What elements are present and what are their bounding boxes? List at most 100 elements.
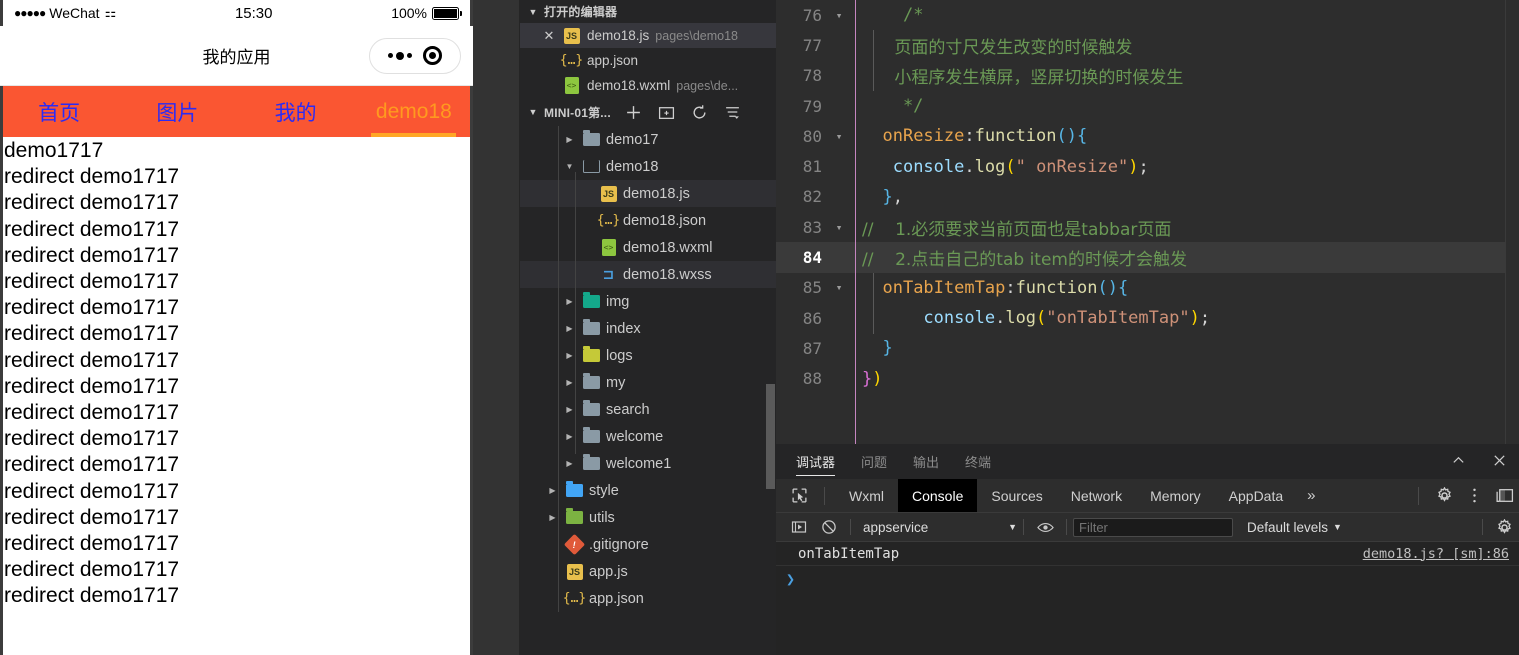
devtools-tab-console[interactable]: Console [898, 479, 978, 512]
panel-tab-终端[interactable]: 终端 [965, 444, 991, 479]
open-editor-item[interactable]: <> demo18.wxml pages\de... [520, 73, 776, 98]
explorer-scrollbar[interactable] [766, 384, 775, 489]
close-icon[interactable] [1492, 453, 1507, 471]
code-text: */ [850, 96, 1519, 116]
devtools-tab-wxml[interactable]: Wxml [835, 479, 898, 512]
chevron-right-icon[interactable]: ▶ [562, 135, 577, 144]
tree-item-label: demo18.wxss [623, 266, 712, 283]
code-line[interactable]: 81 console.log(" onResize"); [776, 151, 1519, 181]
fold-chevron-icon[interactable]: ▾ [828, 9, 850, 22]
inspect-element-icon[interactable] [784, 487, 814, 504]
battery-icon [432, 6, 463, 20]
code-token: () [1097, 277, 1118, 298]
sim-tab-首页[interactable]: 首页 [0, 86, 118, 137]
chevron-right-icon[interactable]: ▶ [562, 459, 577, 468]
code-editor[interactable]: 76 ▾ /* 77 页面的寸尺发生改变的时候触发 78 小程序发生横屏，竖屏切换的时… [776, 0, 1519, 444]
devtools-tab-appdata[interactable]: AppData [1215, 479, 1297, 512]
devtools-tab-sources[interactable]: Sources [977, 479, 1056, 512]
code-line[interactable]: 80 ▾ onResize:function(){ [776, 121, 1519, 151]
indent-guide-2 [873, 273, 874, 334]
workspace-section-header[interactable]: ▼ MINI-01第... [520, 98, 776, 126]
page-title: 我的应用 [202, 48, 271, 67]
sim-tab-图片[interactable]: 图片 [118, 86, 236, 137]
fold-chevron-icon[interactable]: ▾ [828, 130, 850, 143]
code-token: ) [1128, 156, 1139, 177]
gear-icon[interactable] [1489, 518, 1519, 536]
fold-chevron-icon[interactable]: ▾ [828, 281, 850, 294]
console-log-level-selector[interactable]: Default levels ▼ [1247, 520, 1342, 535]
sim-tab-demo18[interactable]: demo18 [355, 86, 473, 137]
wechat-capsule-button[interactable] [369, 37, 461, 74]
code-line[interactable]: 77 页面的寸尺发生改变的时候触发 [776, 30, 1519, 60]
carrier-label: WeChat [49, 5, 100, 21]
code-text: // 1.必须要求当前页面也是tabbar页面 [850, 215, 1519, 240]
more-dots-icon[interactable] [387, 51, 412, 60]
console-context-selector[interactable]: appservice ▼ [857, 520, 1017, 535]
open-editor-item[interactable]: {…} app.json [520, 48, 776, 73]
chevron-up-icon[interactable] [1451, 453, 1466, 471]
new-file-icon[interactable] [625, 104, 642, 121]
battery-percent: 100% [391, 5, 427, 21]
code-line[interactable]: 79 */ [776, 91, 1519, 121]
folder-style-icon [565, 481, 584, 500]
eye-icon[interactable] [1030, 520, 1060, 535]
gear-icon[interactable] [1429, 487, 1459, 504]
code-line[interactable]: 76 ▾ /* [776, 0, 1519, 30]
line-number: 84 [802, 248, 822, 268]
folder-icon [582, 427, 601, 446]
execute-step-icon[interactable] [784, 519, 814, 535]
dock-panel-icon[interactable] [1489, 487, 1519, 504]
code-token: { [1077, 126, 1088, 147]
line-number: 81 [802, 157, 822, 177]
code-text: 小程序发生横屏，竖屏切换的时候发生 [850, 63, 1519, 88]
indent-guide-1 [873, 30, 874, 91]
code-text: 页面的寸尺发生改变的时候触发 [850, 33, 1519, 58]
collapse-all-icon[interactable] [724, 104, 741, 121]
panel-tab-问题[interactable]: 问题 [861, 444, 887, 479]
status-bar-battery: 100% [391, 5, 463, 21]
code-token: { [1117, 277, 1129, 298]
line-number: 86 [802, 308, 822, 328]
console-input-prompt[interactable]: ❯ [776, 566, 1519, 592]
minimap[interactable] [1505, 0, 1519, 444]
wxml-file-icon: <> [562, 76, 581, 95]
code-token: onResize [882, 126, 965, 147]
toolbar-divider [1066, 519, 1067, 535]
console-filter-input[interactable] [1073, 517, 1233, 537]
open-editor-item[interactable]: ✕ JS demo18.js pages\demo18 [520, 23, 776, 48]
code-line[interactable]: 84 // 2.点击自己的tab item的时候才会触发 [776, 242, 1519, 273]
code-line[interactable]: 88}) [776, 364, 1519, 394]
log-line: redirect demo1717 [4, 453, 180, 477]
clear-console-icon[interactable] [814, 519, 844, 535]
target-circle-icon[interactable] [423, 46, 443, 65]
code-line[interactable]: 83 ▾ // 1.必须要求当前页面也是tabbar页面 [776, 212, 1519, 242]
chevron-down-icon[interactable]: ▼ [562, 162, 577, 171]
new-folder-icon[interactable] [658, 104, 675, 121]
code-token: log [1005, 308, 1037, 329]
refresh-icon[interactable] [691, 104, 708, 121]
devtools-tab-memory[interactable]: Memory [1136, 479, 1215, 512]
log-line: redirect demo1717 [4, 165, 180, 189]
console-message-source-link[interactable]: demo18.js? [sm]:86 [1363, 546, 1509, 562]
close-icon[interactable]: ✕ [542, 28, 556, 44]
open-editors-section-header[interactable]: ▼ 打开的编辑器 [520, 0, 776, 23]
code-line[interactable]: 85 ▾ onTabItemTap:function(){ [776, 273, 1519, 303]
sim-tab-我的[interactable]: 我的 [237, 86, 355, 137]
tree-item-label: logs [606, 347, 633, 364]
chevron-down-icon: ▼ [528, 107, 538, 117]
code-line[interactable]: 87 } [776, 333, 1519, 363]
code-token: : [1005, 277, 1016, 298]
toolbar-divider [1418, 486, 1419, 505]
kebab-menu-icon[interactable] [1459, 487, 1489, 504]
code-line[interactable]: 82 }, [776, 182, 1519, 212]
panel-tab-调试器[interactable]: 调试器 [796, 444, 836, 479]
indent-marker-line [855, 0, 856, 444]
more-tabs-icon[interactable]: » [1297, 487, 1325, 504]
console-output[interactable]: onTabItemTap demo18.js? [sm]:86 ❯ [776, 542, 1519, 655]
devtools-tab-network[interactable]: Network [1057, 479, 1136, 512]
panel-tab-输出[interactable]: 输出 [913, 444, 939, 479]
code-line[interactable]: 78 小程序发生横屏，竖屏切换的时候发生 [776, 61, 1519, 91]
fold-chevron-icon[interactable]: ▾ [828, 221, 850, 234]
code-line[interactable]: 86 console.log("onTabItemTap"); [776, 303, 1519, 333]
